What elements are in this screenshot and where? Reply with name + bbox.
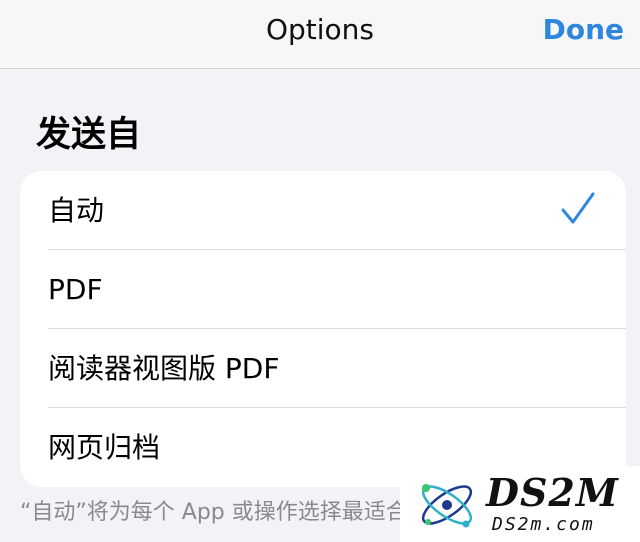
option-row-pdf[interactable]: PDF — [20, 250, 626, 329]
option-label: 自动 — [48, 194, 105, 227]
option-row-auto[interactable]: 自动 — [20, 171, 626, 250]
watermark-url: DS2m.com — [492, 514, 595, 535]
watermark-brand: DS2M — [486, 470, 619, 515]
done-button[interactable]: Done — [543, 10, 624, 50]
navigation-bar: Options Done — [0, 0, 640, 69]
section-header: 发送自 — [36, 115, 142, 155]
checkmark-icon — [561, 192, 595, 224]
option-label: 网页归档 — [48, 431, 161, 464]
option-label: 阅读器视图版 PDF — [48, 352, 280, 385]
footer-note: “自动”将为每个 App 或操作选择最适合 — [20, 500, 408, 525]
atom-logo-icon — [421, 484, 473, 528]
send-as-options-list: 自动 PDF 阅读器视图版 PDF 网页归档 — [20, 171, 626, 487]
option-row-reader-pdf[interactable]: 阅读器视图版 PDF — [20, 329, 626, 408]
watermark: DS2M DS2m.com — [400, 466, 640, 542]
option-label: PDF — [48, 273, 103, 306]
